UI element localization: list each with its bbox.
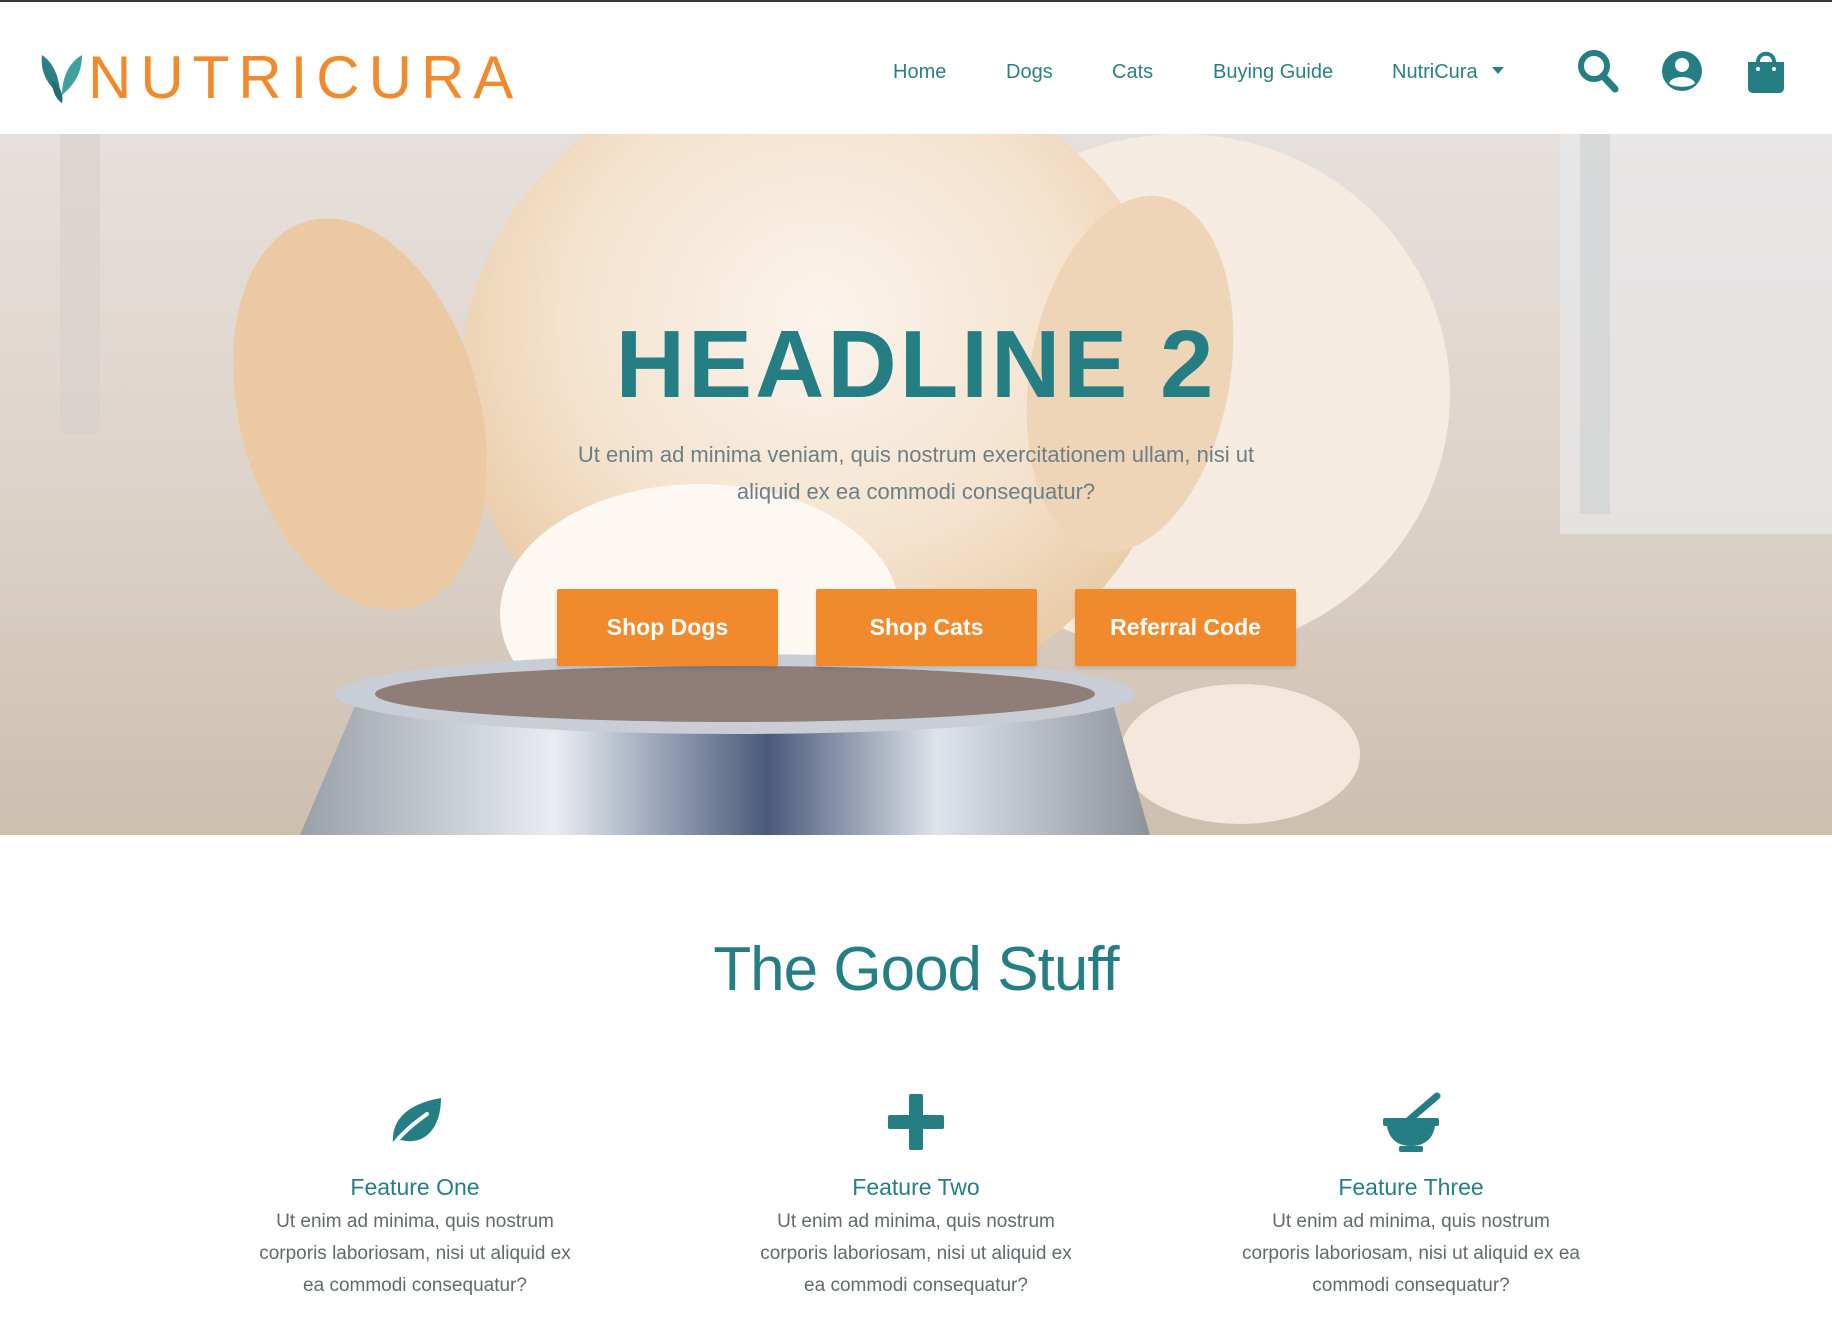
feature-text: Ut enim ad minima, quis nostrum corporis… <box>760 1211 1072 1296</box>
shopping-bag-icon[interactable] <box>1744 48 1788 94</box>
site-header: NUTRICURA Home Dogs Cats Buying Guide Nu… <box>0 2 1832 134</box>
feature-three: Feature Three Ut enim ad minima, quis no… <box>1241 1090 1581 1302</box>
account-icon[interactable] <box>1660 48 1704 94</box>
shop-dogs-button[interactable]: Shop Dogs <box>557 589 778 666</box>
nav-cats[interactable]: Cats <box>1112 56 1153 88</box>
hero-headline: HEADLINE 2 <box>615 311 1217 418</box>
shop-cats-button[interactable]: Shop Cats <box>816 589 1037 666</box>
nav-nutricura-label: NutriCura <box>1392 61 1478 83</box>
leaf-icon <box>387 1098 441 1152</box>
chevron-down-icon <box>1491 67 1504 75</box>
feature-title: Feature Two <box>852 1174 980 1200</box>
mortar-pestle-icon <box>1383 1092 1441 1152</box>
nav-home[interactable]: Home <box>893 56 946 88</box>
plus-icon <box>888 1094 944 1150</box>
feature-text: Ut enim ad minima, quis nostrum corporis… <box>259 1211 571 1296</box>
feature-title: Feature One <box>350 1174 480 1200</box>
referral-code-button[interactable]: Referral Code <box>1075 589 1296 666</box>
main-nav: Home Dogs Cats Buying Guide NutriCura <box>0 56 1832 88</box>
nav-dogs[interactable]: Dogs <box>1006 56 1053 88</box>
feature-title: Feature Three <box>1338 1174 1484 1200</box>
nav-buying-guide[interactable]: Buying Guide <box>1213 56 1333 88</box>
hero-subtext: Ut enim ad minima veniam, quis nostrum e… <box>577 442 1255 504</box>
feature-one: Feature One Ut enim ad minima, quis nost… <box>255 1090 575 1302</box>
search-icon[interactable] <box>1576 48 1620 94</box>
feature-text: Ut enim ad minima, quis nostrum corporis… <box>1242 1211 1580 1296</box>
nav-nutricura-dropdown[interactable]: NutriCura <box>1392 56 1504 88</box>
section-title: The Good Stuff <box>713 935 1119 1004</box>
feature-two: Feature Two Ut enim ad minima, quis nost… <box>756 1090 1076 1302</box>
hero-banner: HEADLINE 2 Ut enim ad minima veniam, qui… <box>0 134 1832 835</box>
